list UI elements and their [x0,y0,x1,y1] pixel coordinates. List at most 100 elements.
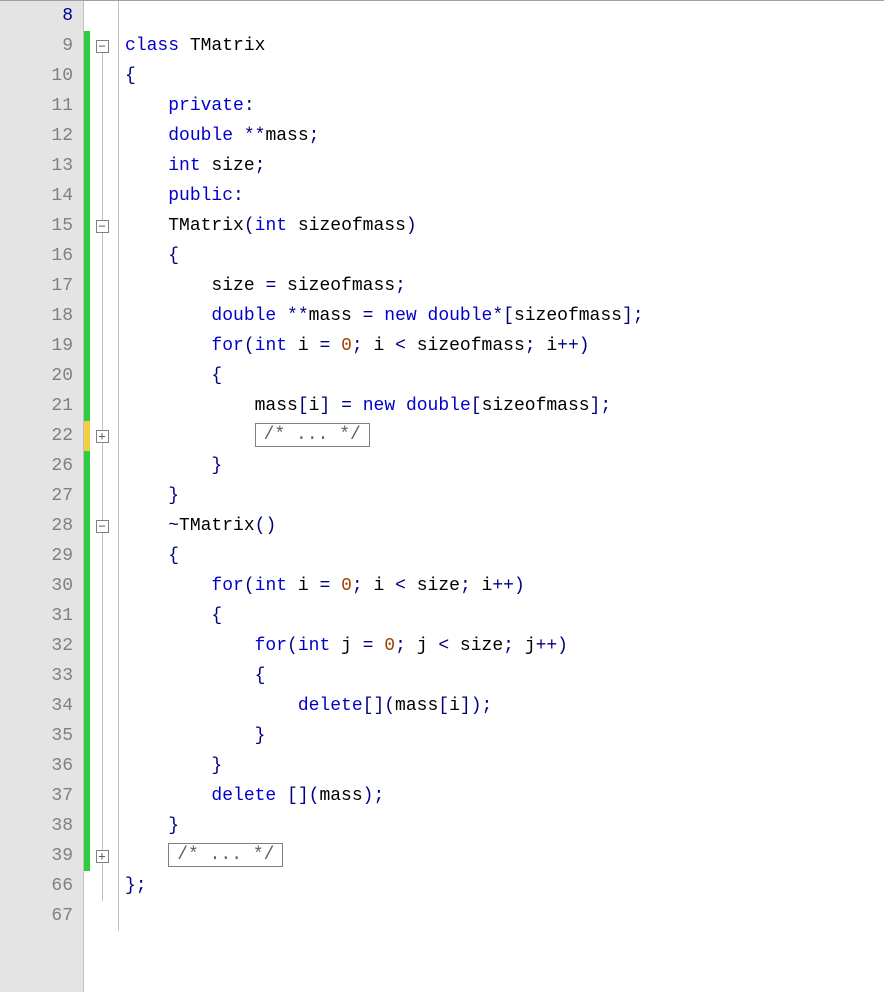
line-number[interactable]: 15 [12,211,73,241]
code-line[interactable]: } [118,751,884,781]
code-line[interactable]: mass[i] = new double[sizeofmass]; [118,391,884,421]
code-line[interactable]: { [118,361,884,391]
code-token: ~ [168,516,179,536]
fold-cell [90,751,114,781]
folded-region[interactable]: /* ... */ [168,843,283,867]
code-line[interactable]: { [118,61,884,91]
line-number[interactable]: 31 [12,601,73,631]
code-line[interactable]: size = sizeofmass; [118,271,884,301]
code-line[interactable]: } [118,811,884,841]
fold-cell [90,481,114,511]
fold-cell [90,91,114,121]
code-token: sizeofmass [514,306,622,326]
code-line[interactable]: } [118,481,884,511]
code-text-area[interactable]: class TMatrix { private: double **mass; i… [114,1,884,992]
line-number[interactable]: 18 [12,301,73,331]
code-token: ++) [557,336,589,356]
code-line[interactable]: { [118,541,884,571]
code-line[interactable]: double **mass = new double*[sizeofmass]; [118,301,884,331]
line-number[interactable]: 39 [12,841,73,871]
fold-cell [90,691,114,721]
code-token: j [514,636,536,656]
code-line[interactable]: { [118,601,884,631]
line-number[interactable]: 32 [12,631,73,661]
code-line[interactable]: TMatrix(int sizeofmass) [118,211,884,241]
code-line[interactable]: for(int i = 0; i < size; i++) [118,571,884,601]
line-number[interactable]: 8 [12,1,73,31]
fold-cell: + [90,841,114,871]
code-line[interactable]: private: [118,91,884,121]
code-token: i [471,576,493,596]
code-line[interactable]: { [118,241,884,271]
code-token: }; [125,876,147,896]
line-number[interactable]: 34 [12,691,73,721]
line-number[interactable]: 12 [12,121,73,151]
line-number[interactable]: 29 [12,541,73,571]
code-line[interactable]: class TMatrix [118,31,884,61]
code-line[interactable]: public: [118,181,884,211]
fold-cell [90,271,114,301]
code-line[interactable]: { [118,661,884,691]
code-token: *[ [492,306,514,326]
fold-collapse-icon[interactable]: − [96,40,109,53]
code-line[interactable]: } [118,721,884,751]
line-number[interactable]: 33 [12,661,73,691]
code-token: sizeofmass [482,396,590,416]
code-token: i [309,396,320,416]
line-number[interactable]: 10 [12,61,73,91]
fold-collapse-icon[interactable]: − [96,220,109,233]
code-line[interactable]: for(int i = 0; i < sizeofmass; i++) [118,331,884,361]
fold-expand-icon[interactable]: + [96,850,109,863]
code-line[interactable]: double **mass; [118,121,884,151]
code-line[interactable]: delete [](mass); [118,781,884,811]
code-line[interactable] [118,1,884,31]
line-number[interactable]: 11 [12,91,73,121]
code-token [330,396,341,416]
code-line[interactable]: /* ... */ [118,841,884,871]
line-number[interactable]: 67 [12,901,73,931]
line-number[interactable]: 13 [12,151,73,181]
line-number[interactable]: 22 [12,421,73,451]
code-line[interactable] [118,901,884,931]
code-line[interactable]: ~TMatrix() [118,511,884,541]
code-token: { [168,546,179,566]
fold-collapse-icon[interactable]: − [96,520,109,533]
fold-expand-icon[interactable]: + [96,430,109,443]
code-token: ; [525,336,536,356]
fold-gutter[interactable]: − − + − + [90,1,114,992]
line-number[interactable]: 9 [12,31,73,61]
line-number[interactable]: 17 [12,271,73,301]
code-line[interactable]: int size; [118,151,884,181]
line-number[interactable]: 27 [12,481,73,511]
code-token: ++) [492,576,524,596]
code-line[interactable]: }; [118,871,884,901]
fold-cell [90,781,114,811]
line-number[interactable]: 28 [12,511,73,541]
line-number[interactable]: 14 [12,181,73,211]
code-token: mass [319,786,362,806]
code-line[interactable]: } [118,451,884,481]
fold-cell [90,541,114,571]
code-editor[interactable]: 8910111213141516171819202122262728293031… [0,0,884,992]
folded-region[interactable]: /* ... */ [255,423,370,447]
line-number[interactable]: 20 [12,361,73,391]
line-number[interactable]: 35 [12,721,73,751]
code-line[interactable]: /* ... */ [118,421,884,451]
code-token: { [125,66,136,86]
code-line[interactable]: for(int j = 0; j < size; j++) [118,631,884,661]
line-number[interactable]: 26 [12,451,73,481]
fold-cell [90,811,114,841]
line-number[interactable]: 30 [12,571,73,601]
line-number-gutter[interactable]: 8910111213141516171819202122262728293031… [12,1,84,992]
fold-cell [90,661,114,691]
line-number[interactable]: 38 [12,811,73,841]
fold-cell: + [90,421,114,451]
code-token: mass [265,126,308,146]
line-number[interactable]: 16 [12,241,73,271]
line-number[interactable]: 66 [12,871,73,901]
line-number[interactable]: 37 [12,781,73,811]
line-number[interactable]: 21 [12,391,73,421]
line-number[interactable]: 36 [12,751,73,781]
line-number[interactable]: 19 [12,331,73,361]
code-line[interactable]: delete[](mass[i]); [118,691,884,721]
